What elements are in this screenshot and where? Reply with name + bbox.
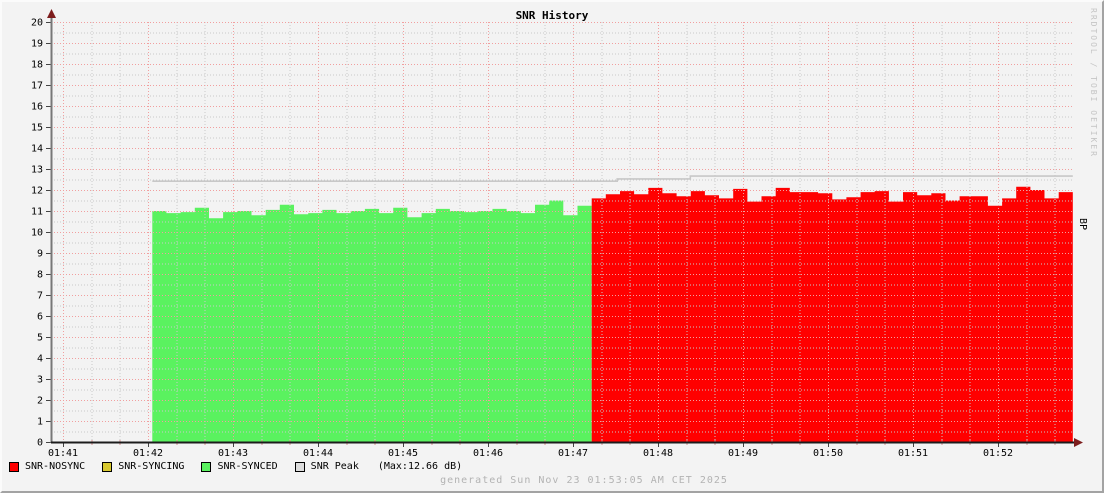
legend-item-snr-synced: SNR-SYNCED [201, 461, 277, 472]
legend-label-snr-synced: SNR-SYNCED [217, 461, 277, 472]
right-axis-label: BP [1077, 218, 1088, 230]
svg-text:01:48: 01:48 [643, 448, 673, 459]
svg-text:7: 7 [37, 291, 43, 302]
rrdtool-watermark: RRDTOOL / TOBI OETIKER [1089, 8, 1098, 158]
svg-text:01:47: 01:47 [558, 448, 588, 459]
svg-text:3: 3 [37, 375, 43, 386]
generated-timestamp: generated Sun Nov 23 01:53:05 AM CET 202… [2, 475, 1102, 486]
svg-text:01:45: 01:45 [388, 448, 418, 459]
svg-text:16: 16 [31, 102, 43, 113]
legend: SNR-NOSYNC SNR-SYNCING SNR-SYNCED SNR Pe… [9, 461, 462, 472]
area-snr-synced [152, 201, 591, 443]
legend-swatch-snr-synced [201, 462, 211, 472]
legend-item-snr-syncing: SNR-SYNCING [102, 461, 184, 472]
legend-item-snr-peak: SNR Peak [295, 461, 359, 472]
legend-item-snr-nosync: SNR-NOSYNC [9, 461, 85, 472]
svg-text:01:50: 01:50 [813, 448, 843, 459]
legend-swatch-snr-nosync [9, 462, 19, 472]
svg-text:15: 15 [31, 123, 43, 134]
area-snr-nosync [592, 187, 1073, 442]
svg-text:0: 0 [37, 438, 43, 449]
snr-history-chart: 0123456789101112131415161718192001:4101:… [0, 0, 1104, 493]
x-axis-arrow [1074, 438, 1083, 447]
svg-text:01:44: 01:44 [303, 448, 333, 459]
svg-text:13: 13 [31, 165, 43, 176]
svg-text:01:52: 01:52 [983, 448, 1013, 459]
svg-text:18: 18 [31, 60, 43, 71]
svg-text:19: 19 [31, 39, 43, 50]
svg-text:4: 4 [37, 354, 43, 365]
legend-label-snr-peak: SNR Peak [311, 461, 359, 472]
rrd-graph: 0123456789101112131415161718192001:4101:… [0, 0, 1104, 493]
legend-swatch-snr-peak [295, 462, 305, 472]
svg-text:01:46: 01:46 [473, 448, 503, 459]
svg-text:2: 2 [37, 396, 43, 407]
svg-text:01:42: 01:42 [133, 448, 163, 459]
svg-text:10: 10 [31, 228, 43, 239]
svg-text:11: 11 [31, 207, 43, 218]
svg-text:12: 12 [31, 186, 43, 197]
svg-text:01:41: 01:41 [48, 448, 78, 459]
svg-text:1: 1 [37, 417, 43, 428]
svg-text:17: 17 [31, 81, 43, 92]
legend-swatch-snr-syncing [102, 462, 112, 472]
svg-text:01:49: 01:49 [728, 448, 758, 459]
svg-text:01:51: 01:51 [898, 448, 928, 459]
legend-label-snr-syncing: SNR-SYNCING [118, 461, 184, 472]
svg-text:6: 6 [37, 312, 43, 323]
svg-text:14: 14 [31, 144, 43, 155]
legend-label-snr-nosync: SNR-NOSYNC [25, 461, 85, 472]
svg-text:5: 5 [37, 333, 43, 344]
svg-text:8: 8 [37, 270, 43, 281]
svg-text:01:43: 01:43 [218, 448, 248, 459]
svg-text:9: 9 [37, 249, 43, 260]
legend-max-label: (Max:12.66 dB) [378, 461, 462, 472]
page-title: SNR History [2, 9, 1102, 22]
